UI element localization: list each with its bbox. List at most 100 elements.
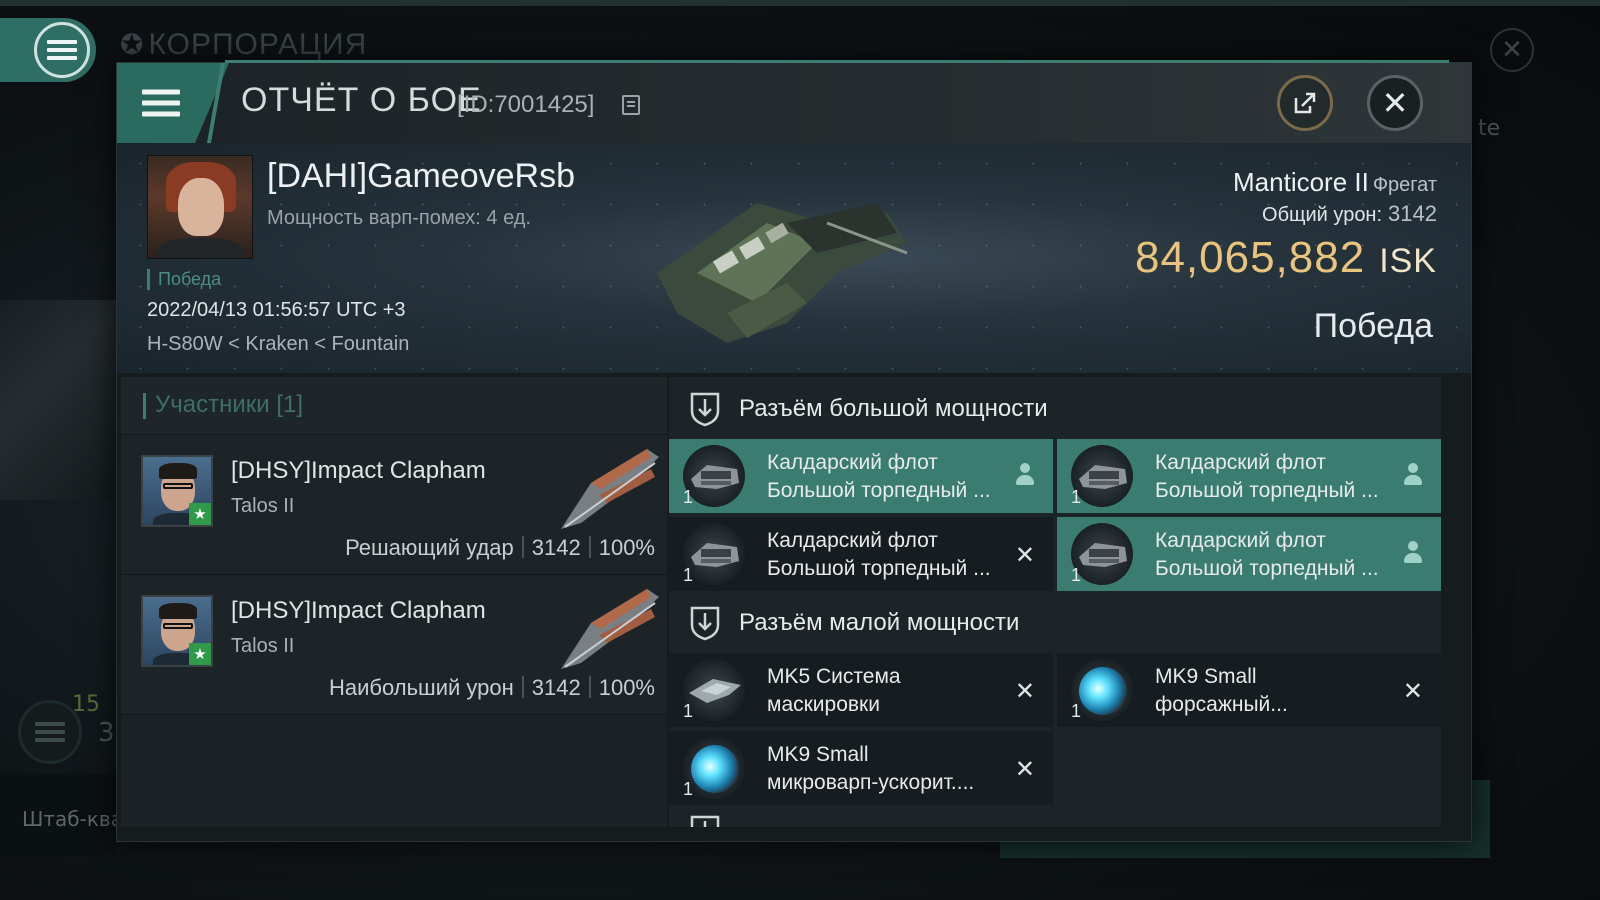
participant-damage: 3142 bbox=[531, 675, 581, 700]
module-name-line1: MK5 Система bbox=[767, 665, 901, 688]
high-slot-section: Разъём большой мощности bbox=[669, 377, 1441, 439]
victim-ship-image[interactable] bbox=[637, 163, 917, 353]
module-slot[interactable]: 1 MK9 Small форсажный... ✕ bbox=[1057, 653, 1441, 727]
star-icon: ★ bbox=[189, 643, 211, 665]
destroyed-icon: ✕ bbox=[1402, 677, 1423, 705]
kill-location[interactable]: H-S80W < Kraken < Fountain bbox=[147, 333, 409, 356]
dropped-item-icon bbox=[1403, 463, 1423, 487]
module-qty: 1 bbox=[683, 779, 694, 799]
background-text-fragment: te bbox=[1478, 116, 1501, 141]
victim-banner: [DAHI]GameoveRsb Мощность варп-помех: 4 … bbox=[117, 143, 1471, 373]
participant-avatar[interactable]: ★ bbox=[141, 455, 213, 527]
dropped-item-icon bbox=[1403, 541, 1423, 565]
participant-damage: 3142 bbox=[531, 535, 581, 560]
victim-ship-name[interactable]: Manticore II Фрегат bbox=[1233, 167, 1437, 198]
mid-slot-title: Разъём малой мощности bbox=[739, 609, 1020, 636]
participant-name: [DHSY]Impact Clapham bbox=[231, 597, 486, 624]
participant-stats: Решающий удар 3142 100% bbox=[345, 535, 655, 561]
high-slot-title: Разъём большой мощности bbox=[739, 395, 1048, 422]
isk-unit: ISK bbox=[1379, 242, 1437, 280]
background-counter: 15 bbox=[72, 692, 100, 717]
battle-result: Победа bbox=[1313, 307, 1433, 345]
module-slot[interactable]: 1 Калдарский флот Большой торпедный ... bbox=[669, 439, 1053, 513]
module-qty: 1 bbox=[1071, 565, 1082, 585]
module-name-line2: маскировки bbox=[767, 693, 880, 716]
module-qty: 1 bbox=[1071, 701, 1082, 721]
participants-panel: Участники [1] ★ [DHSY]Impact Clapham Tal… bbox=[121, 377, 667, 827]
background-counter-secondary: 3 bbox=[98, 718, 115, 748]
fitting-panel: Разъём большой мощности 1 Калдарский фло… bbox=[669, 377, 1441, 827]
module-qty: 1 bbox=[683, 487, 694, 507]
participant-percent: 100% bbox=[598, 675, 655, 700]
total-damage: Общий урон: 3142 bbox=[1262, 201, 1437, 226]
copy-id-icon[interactable] bbox=[622, 95, 640, 115]
participant-ship: Talos II bbox=[231, 495, 295, 517]
participant-name: [DHSY]Impact Clapham bbox=[231, 457, 486, 484]
module-name-line2: Большой торпедный ... bbox=[767, 479, 991, 502]
module-slot[interactable]: 1 MK5 Система маскировки ✕ bbox=[669, 653, 1053, 727]
participant-row[interactable]: ★ [DHSY]Impact Clapham Talos II Наибольш… bbox=[121, 575, 667, 715]
ship-class: Фрегат bbox=[1372, 174, 1437, 196]
participant-stats: Наибольший урон 3142 100% bbox=[329, 675, 655, 701]
low-slot-icon bbox=[690, 815, 720, 827]
participant-role: Решающий удар bbox=[345, 535, 514, 560]
share-button[interactable] bbox=[1277, 75, 1333, 131]
isk-value: 84,065,882 ISK bbox=[1134, 233, 1437, 282]
background-structure bbox=[0, 300, 116, 500]
hamburger-icon bbox=[47, 36, 77, 64]
torpedo-launcher-icon bbox=[1079, 465, 1127, 489]
close-icon[interactable]: ✕ bbox=[1367, 75, 1423, 131]
background-window-title: ✪ КОРПОРАЦИЯ bbox=[120, 28, 368, 61]
module-qty: 1 bbox=[683, 565, 694, 585]
module-name-line1: Калдарский флот bbox=[1155, 529, 1326, 552]
mid-slot-icon bbox=[690, 606, 720, 641]
menu-ring bbox=[34, 22, 90, 78]
mid-slot-grid: 1 MK5 Система маскировки ✕ 1 MK9 Small ф… bbox=[669, 653, 1441, 805]
module-slot[interactable]: 1 Калдарский флот Большой торпедный ... bbox=[1057, 517, 1441, 591]
afterburner-icon bbox=[1079, 667, 1127, 715]
participant-percent: 100% bbox=[598, 535, 655, 560]
torpedo-launcher-icon bbox=[691, 543, 739, 567]
participant-ship-image bbox=[561, 589, 659, 669]
hamburger-icon bbox=[142, 84, 180, 123]
module-slot[interactable]: 1 Калдарский флот Большой торпедный ... … bbox=[669, 517, 1053, 591]
module-name-line2: Большой торпедный ... bbox=[767, 557, 991, 580]
cloaking-device-icon bbox=[689, 679, 741, 703]
header-divider bbox=[201, 63, 231, 143]
share-icon bbox=[1294, 92, 1316, 114]
total-damage-value: 3142 bbox=[1388, 201, 1437, 226]
module-name-line1: Калдарский флот bbox=[1155, 451, 1326, 474]
module-slot[interactable]: 1 MK9 Small микроварп-ускорит.... ✕ bbox=[669, 731, 1053, 805]
report-id: [ID:7001425] bbox=[457, 91, 595, 118]
mid-slot-section: Разъём малой мощности bbox=[669, 591, 1441, 653]
participants-title: Участники [1] bbox=[155, 391, 304, 418]
destroyed-icon: ✕ bbox=[1014, 755, 1035, 783]
background-footer-label: Штаб-ква bbox=[0, 775, 116, 855]
module-name-line1: Калдарский флот bbox=[767, 529, 938, 552]
participant-row[interactable]: ★ [DHSY]Impact Clapham Talos II Решающий… bbox=[121, 435, 667, 575]
participant-ship: Talos II bbox=[231, 635, 295, 657]
module-qty: 1 bbox=[1071, 487, 1082, 507]
top-edge-line bbox=[0, 0, 1600, 6]
module-name-line1: MK9 Small bbox=[767, 743, 869, 766]
module-slot[interactable]: 1 Калдарский флот Большой торпедный ... bbox=[1057, 439, 1441, 513]
participant-role: Наибольший урон bbox=[328, 675, 514, 700]
module-name-line2: Большой торпедный ... bbox=[1155, 557, 1379, 580]
dialog-title: ОТЧЁТ О БОЕ bbox=[241, 81, 482, 119]
kill-datetime: 2022/04/13 01:56:57 UTC +3 bbox=[147, 299, 406, 321]
participant-avatar[interactable]: ★ bbox=[141, 595, 213, 667]
module-name-line2: форсажный... bbox=[1155, 693, 1288, 716]
background-close-icon[interactable]: ✕ bbox=[1490, 28, 1534, 72]
victim-name[interactable]: [DAHI]GameoveRsb bbox=[267, 157, 575, 196]
microwarpdrive-icon bbox=[691, 745, 739, 793]
participants-header: Участники [1] bbox=[121, 377, 667, 435]
torpedo-launcher-icon bbox=[691, 465, 739, 489]
hamburger-icon bbox=[35, 718, 65, 746]
victim-avatar[interactable] bbox=[147, 155, 253, 259]
combat-report-dialog: ОТЧЁТ О БОЕ [ID:7001425] ✕ [DAHI]Gameove… bbox=[116, 60, 1472, 842]
module-name-line1: MK9 Small bbox=[1155, 665, 1257, 688]
dialog-header: ОТЧЁТ О БОЕ [ID:7001425] ✕ bbox=[117, 63, 1471, 143]
module-name-line2: микроварп-ускорит.... bbox=[767, 771, 975, 794]
participant-ship-image bbox=[561, 449, 659, 529]
main-menu-button[interactable] bbox=[0, 18, 96, 82]
